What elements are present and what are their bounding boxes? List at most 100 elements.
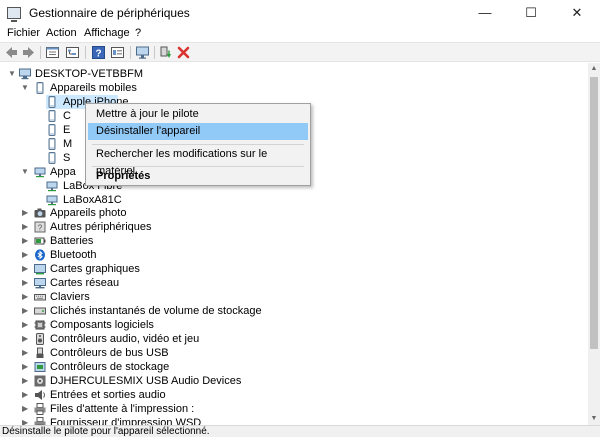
scroll-down-icon[interactable]: ▼ xyxy=(588,413,600,425)
category-label: Contrôleurs de stockage xyxy=(50,361,170,373)
device-label: M xyxy=(63,138,73,150)
device-manager-app-icon xyxy=(7,7,21,22)
expand-arrow-icon[interactable]: ▶ xyxy=(22,319,30,331)
expand-arrow-icon[interactable]: ▶ xyxy=(22,417,30,425)
storage-controller-icon xyxy=(34,362,46,372)
category-label: Cartes réseau xyxy=(50,277,120,289)
details-icon[interactable] xyxy=(110,45,125,60)
collapse-arrow-icon[interactable]: ▼ xyxy=(21,82,29,94)
close-button[interactable]: ✕ xyxy=(554,0,600,26)
menu-help[interactable]: ? xyxy=(135,27,141,39)
toolbar: ? xyxy=(0,42,600,62)
tree-device[interactable]: M xyxy=(46,137,86,151)
tree-category-djherculesmix[interactable]: ▶ DJHERCULESMIX USB Audio Devices xyxy=(0,374,300,388)
tree-category-batteries[interactable]: ▶ Batteries xyxy=(0,234,300,248)
expand-arrow-icon[interactable]: ▶ xyxy=(22,221,30,233)
menu-item-properties[interactable]: Propriétés xyxy=(88,168,308,185)
scroll-up-icon[interactable]: ▲ xyxy=(588,63,600,75)
network-device-icon xyxy=(46,195,58,206)
tree-category-controleurs-audio[interactable]: ▶ Contrôleurs audio, vidéo et jeu xyxy=(0,332,300,346)
scroll-thumb[interactable] xyxy=(590,77,598,349)
uninstall-icon[interactable] xyxy=(176,45,191,60)
computer-name: DESKTOP-VETBBFM xyxy=(35,68,143,80)
monitor-icon[interactable] xyxy=(135,45,150,60)
menu-item-scan-hardware-changes[interactable]: Rechercher les modifications sur le maté… xyxy=(88,146,308,177)
menu-bar: Fichier Action Affichage ? xyxy=(0,26,600,42)
menu-item-update-driver[interactable]: Mettre à jour le pilote xyxy=(88,106,308,123)
tree-category-appareils-mobiles[interactable]: ▼ Appareils mobiles xyxy=(0,81,300,95)
category-label: Batteries xyxy=(50,235,94,247)
tree-category-controleurs-usb[interactable]: ▶ Contrôleurs de bus USB xyxy=(0,346,300,360)
expand-arrow-icon[interactable]: ▶ xyxy=(22,375,30,387)
network-device-icon xyxy=(34,167,46,178)
tree-category-entrees-sorties-audio[interactable]: ▶ Entrées et sorties audio xyxy=(0,388,300,402)
tree-category-autres-peripheriques[interactable]: ▶ ? Autres périphériques xyxy=(0,220,300,234)
category-label: Appareils photo xyxy=(50,207,127,219)
menu-action[interactable]: Action xyxy=(46,27,77,39)
expand-arrow-icon[interactable]: ▶ xyxy=(22,207,30,219)
mobile-device-icon xyxy=(48,124,56,136)
category-label: Composants logiciels xyxy=(50,319,154,331)
back-arrow-icon[interactable] xyxy=(4,45,19,60)
usb-icon xyxy=(36,347,44,358)
tree-category-composants-logiciels[interactable]: ▶ Composants logiciels xyxy=(0,318,300,332)
tree-device[interactable]: E xyxy=(46,123,86,137)
context-menu: Mettre à jour le pilote Désinstaller l'a… xyxy=(85,103,311,186)
tree-category-files-attente-impression[interactable]: ▶ Files d'attente à l'impression : xyxy=(0,402,300,416)
category-label: Contrôleurs de bus USB xyxy=(50,347,169,359)
tree-category-bluetooth[interactable]: ▶ Bluetooth xyxy=(0,248,300,262)
printer-icon xyxy=(34,403,46,415)
tree-category-cartes-reseau[interactable]: ▶ Cartes réseau xyxy=(0,276,300,290)
mobile-device-icon xyxy=(48,96,56,108)
collapse-arrow-icon[interactable]: ▼ xyxy=(21,166,29,178)
unknown-device-icon: ? xyxy=(34,221,46,233)
expand-arrow-icon[interactable]: ▶ xyxy=(22,291,30,303)
menu-separator xyxy=(92,166,304,167)
category-label: Files d'attente à l'impression : xyxy=(50,403,195,415)
forward-arrow-icon[interactable] xyxy=(21,45,36,60)
category-label: Autres périphériques xyxy=(50,221,152,233)
expand-arrow-icon[interactable]: ▶ xyxy=(22,249,30,261)
tree-category-claviers[interactable]: ▶ Claviers xyxy=(0,290,300,304)
menu-affichage[interactable]: Affichage xyxy=(84,27,130,39)
mobile-device-icon xyxy=(48,110,56,122)
mobile-device-icon xyxy=(48,152,56,164)
expand-arrow-icon[interactable]: ▶ xyxy=(22,277,30,289)
expand-arrow-icon[interactable]: ▶ xyxy=(22,263,30,275)
category-label: Cartes graphiques xyxy=(50,263,140,275)
tree-view-icon[interactable] xyxy=(65,45,80,60)
expand-arrow-icon[interactable]: ▶ xyxy=(22,333,30,345)
minimize-button[interactable]: — xyxy=(462,0,508,26)
network-device-icon xyxy=(46,181,58,192)
expand-arrow-icon[interactable]: ▶ xyxy=(22,389,30,401)
vertical-scrollbar[interactable]: ▲ ▼ xyxy=(588,63,600,425)
tree-category-appareils-photo[interactable]: ▶ Appareils photo xyxy=(0,206,300,220)
expand-arrow-icon[interactable]: ▶ xyxy=(22,235,30,247)
menu-item-uninstall-device[interactable]: Désinstaller l'appareil xyxy=(88,123,308,140)
properties-icon[interactable] xyxy=(45,45,60,60)
expand-arrow-icon[interactable]: ▶ xyxy=(22,305,30,317)
menu-fichier[interactable]: Fichier xyxy=(7,27,40,39)
speaker-icon xyxy=(35,390,45,400)
tree-device-laboxa81c[interactable]: LaBoxA81C xyxy=(46,193,136,207)
expand-arrow-icon[interactable]: ▶ xyxy=(22,361,30,373)
category-label: Clichés instantanés de volume de stockag… xyxy=(50,305,262,317)
tree-category-controleurs-stockage[interactable]: ▶ Contrôleurs de stockage xyxy=(0,360,300,374)
category-label: DJHERCULESMIX USB Audio Devices xyxy=(50,375,242,387)
tree-device[interactable]: C xyxy=(46,109,86,123)
tree-category-fournisseur-impression[interactable]: ▶ Fournisseur d'impression WSD xyxy=(0,416,300,425)
tree-device[interactable]: S xyxy=(46,151,86,165)
update-driver-icon[interactable] xyxy=(158,45,173,60)
tree-category-cliches-instantanes[interactable]: ▶ Clichés instantanés de volume de stock… xyxy=(0,304,300,318)
tree-root[interactable]: ▼ DESKTOP-VETBBFM xyxy=(0,67,300,81)
maximize-button[interactable]: ☐ xyxy=(508,0,554,26)
help-icon[interactable]: ? xyxy=(91,45,106,60)
expand-arrow-icon[interactable]: ▶ xyxy=(22,403,30,415)
camera-icon xyxy=(34,208,46,218)
collapse-arrow-icon[interactable]: ▼ xyxy=(8,68,16,80)
audio-device-icon xyxy=(34,375,46,387)
window-title: Gestionnaire de périphériques xyxy=(29,6,190,20)
tree-category-cartes-graphiques[interactable]: ▶ Cartes graphiques xyxy=(0,262,300,276)
expand-arrow-icon[interactable]: ▶ xyxy=(22,347,30,359)
tree-category-partial[interactable]: ▼ Appa xyxy=(0,165,90,179)
